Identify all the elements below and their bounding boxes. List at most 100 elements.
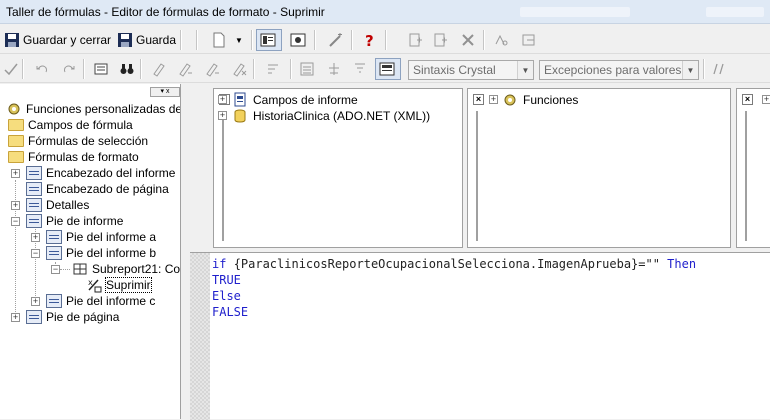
- tree-item-report-footer[interactable]: Pie de informe: [26, 213, 123, 229]
- save-button[interactable]: Guarda: [114, 29, 179, 51]
- browse-icon: [493, 32, 509, 48]
- tb2-button-3[interactable]: [148, 58, 170, 80]
- tb2-button-7[interactable]: [262, 58, 284, 80]
- code-text: {ParaclinicosReporteOcupacionalSeleccion…: [233, 257, 668, 271]
- tree-item-formula-fields[interactable]: Campos de fórmula: [8, 117, 133, 133]
- functions-panel: × + Funciones: [467, 88, 731, 248]
- tree-item-selection-formulas[interactable]: Fórmulas de selección: [8, 133, 148, 149]
- tree-item-label: Encabezado de página: [46, 182, 169, 196]
- tb-button-d[interactable]: [518, 29, 540, 51]
- insert-icon: [407, 32, 423, 48]
- tb-button-a[interactable]: [404, 29, 426, 51]
- new-button[interactable]: [208, 29, 230, 51]
- section-icon: [26, 166, 42, 180]
- tb2-button-8[interactable]: [296, 58, 318, 80]
- expand-icon[interactable]: +: [218, 95, 227, 104]
- fields-panel: × + Campos de informe + HistoriaClinica …: [213, 88, 463, 248]
- properties-icon: [290, 32, 306, 48]
- comment-icon: [711, 61, 727, 77]
- folder-icon: [8, 151, 24, 163]
- toggle-panel-icon: [379, 61, 395, 77]
- bookmark-clear-icon: [231, 61, 247, 77]
- vertical-splitter[interactable]: [182, 84, 190, 419]
- functions-item-functions[interactable]: Funciones: [502, 92, 578, 108]
- section-icon: [26, 182, 42, 196]
- tb-button-b[interactable]: [430, 29, 452, 51]
- close-icon[interactable]: ×: [473, 94, 484, 105]
- expand-icon[interactable]: +: [11, 201, 20, 210]
- tree-item-custom-functions[interactable]: Funciones personalizadas del inf: [6, 101, 180, 117]
- code-line: FALSE: [212, 304, 696, 320]
- fields-item-report-fields[interactable]: Campos de informe: [232, 92, 358, 108]
- tb2-button-6[interactable]: [228, 58, 250, 80]
- redo-button[interactable]: [58, 58, 80, 80]
- section-icon: [46, 294, 62, 308]
- expand-icon[interactable]: +: [11, 169, 20, 178]
- tree-item-format-formulas[interactable]: Fórmulas de formato: [8, 149, 139, 165]
- tree-item-label: Detalles: [46, 198, 90, 212]
- tb2-toggle-button[interactable]: [375, 58, 401, 80]
- tree-item-suppress[interactable]: x Suprimir: [86, 277, 152, 293]
- expand-icon[interactable]: +: [31, 297, 40, 306]
- panel-scroll-track: [745, 111, 747, 241]
- collapse-icon[interactable]: −: [31, 249, 40, 258]
- undo-icon: [34, 61, 50, 77]
- tree-item-label: Encabezado del informe: [46, 166, 176, 180]
- help-button[interactable]: ?: [358, 29, 380, 51]
- toolbar-separator: [251, 30, 252, 50]
- sort-alpha-icon: [352, 61, 368, 77]
- tree-item-label: Pie del informe a: [66, 230, 157, 244]
- exceptions-select-value: Excepciones para valores Nl: [544, 63, 697, 77]
- tree-item-details[interactable]: Detalles: [26, 197, 89, 213]
- code-keyword: Then: [667, 257, 697, 271]
- tb2-button-2[interactable]: [90, 58, 112, 80]
- formula-code[interactable]: if {ParaclinicosReporteOcupacionalSelecc…: [212, 256, 696, 320]
- expand-icon[interactable]: +: [31, 233, 40, 242]
- tree-item-report-footer-b[interactable]: Pie del informe b: [46, 245, 156, 261]
- close-icon: [460, 32, 476, 48]
- syntax-select[interactable]: Sintaxis Crystal ▼: [408, 60, 534, 80]
- tree-header-button[interactable]: ▾ x: [150, 87, 180, 97]
- tb2-button-4[interactable]: [174, 58, 196, 80]
- tree-item-report-header[interactable]: Encabezado del informe: [26, 165, 175, 181]
- collapse-icon[interactable]: −: [11, 217, 20, 226]
- comment-button[interactable]: [708, 58, 730, 80]
- expand-icon[interactable]: +: [489, 95, 498, 104]
- tree-item-report-footer-c[interactable]: Pie del informe c: [46, 293, 155, 309]
- new-dropdown-button[interactable]: ▼: [232, 29, 246, 51]
- undo-button[interactable]: [31, 58, 53, 80]
- tree-item-page-footer[interactable]: Pie de página: [26, 309, 119, 325]
- save-close-label: Guardar y cerrar: [23, 33, 112, 47]
- fields-item-datasource[interactable]: HistoriaClinica (ADO.NET (XML)): [232, 108, 430, 124]
- expand-icon[interactable]: +: [11, 313, 20, 322]
- delete-button[interactable]: [457, 29, 479, 51]
- tb2-button-1[interactable]: [0, 58, 22, 80]
- save-close-button[interactable]: Guardar y cerrar: [1, 29, 114, 51]
- tb2-button-5[interactable]: [201, 58, 223, 80]
- code-keyword: if: [212, 257, 234, 271]
- tree-item-report-footer-a[interactable]: Pie del informe a: [46, 229, 156, 245]
- formula-editor[interactable]: if {ParaclinicosReporteOcupacionalSelecc…: [190, 252, 770, 420]
- tree-icon: [326, 61, 342, 77]
- tree-item-subreport[interactable]: Subreport21: Cons: [72, 261, 180, 277]
- close-icon[interactable]: ×: [742, 94, 753, 105]
- toggle-tree-button[interactable]: [256, 29, 282, 51]
- tb2-button-9[interactable]: [323, 58, 345, 80]
- bookmark-icon: [151, 61, 167, 77]
- tree-item-page-header[interactable]: Encabezado de página: [26, 181, 169, 197]
- find-button[interactable]: [116, 58, 138, 80]
- editor-gutter: [190, 253, 210, 420]
- collapse-icon[interactable]: −: [51, 265, 60, 274]
- tb2-button-10[interactable]: [349, 58, 371, 80]
- binoculars-icon: [119, 61, 135, 77]
- toolbar-separator: [140, 59, 141, 79]
- tb-button-c[interactable]: [490, 29, 512, 51]
- expand-icon[interactable]: +: [218, 111, 227, 120]
- properties-button[interactable]: [287, 29, 309, 51]
- window-controls-blur: [706, 7, 764, 17]
- panel-scroll-track: [476, 111, 478, 241]
- expand-icon[interactable]: +: [762, 95, 770, 104]
- exceptions-select[interactable]: Excepciones para valores Nl ▼: [539, 60, 699, 80]
- expert-button[interactable]: [325, 29, 347, 51]
- question-icon: ?: [361, 32, 377, 50]
